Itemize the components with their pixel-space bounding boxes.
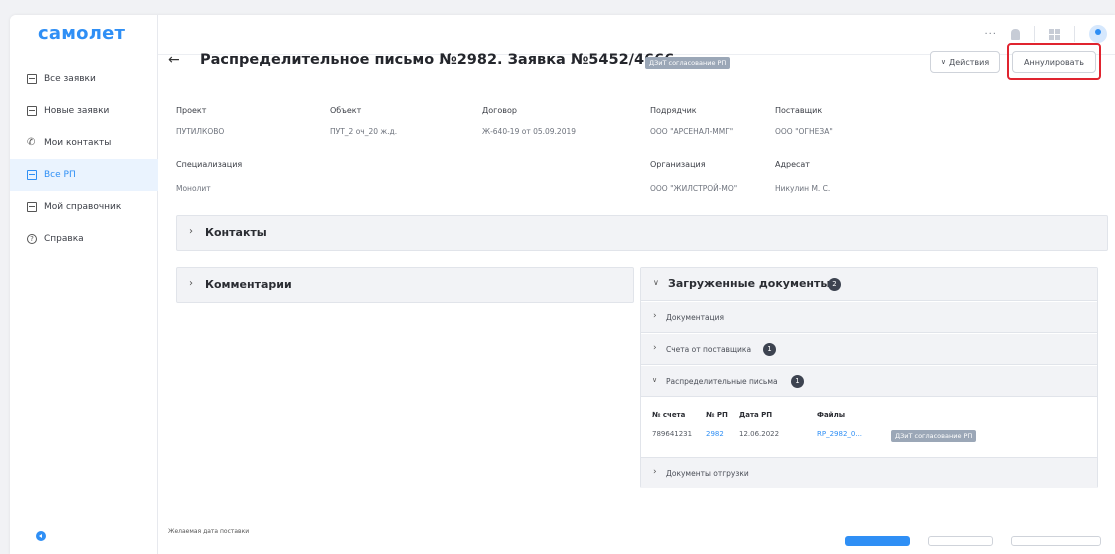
sidebar-item-my-directory[interactable]: Мой справочник <box>10 191 158 223</box>
sidebar-item-my-contacts[interactable]: ✆ Мои контакты <box>10 127 158 159</box>
sidebar-item-label: Все РП <box>44 170 76 180</box>
logo: самолет <box>38 23 126 44</box>
addressee-value: Никулин М. С. <box>775 184 831 193</box>
highlight-frame <box>1007 43 1101 80</box>
column-header: Файлы <box>817 411 846 419</box>
section-count-badge: 1 <box>763 343 776 356</box>
supplier-label: Поставщик <box>775 106 823 115</box>
bottom-action-button[interactable] <box>845 536 910 546</box>
project-label: Проект <box>176 106 207 115</box>
object-value: ПУТ_2 оч_20 ж.д. <box>330 127 398 136</box>
chevron-down-icon: ∨ <box>940 58 946 66</box>
divider <box>1074 26 1075 42</box>
contacts-title: Контакты <box>205 226 267 239</box>
status-badge: ДЗиТ согласование РП <box>645 57 731 69</box>
contract-value: Ж-640-19 от 05.09.2019 <box>482 127 577 136</box>
delivery-date-label: Желаемая дата поставки <box>168 528 250 535</box>
back-arrow-icon[interactable]: ← <box>168 52 180 68</box>
specialization-label: Специализация <box>176 160 243 169</box>
chevron-right-icon: › <box>189 278 193 289</box>
project-value: ПУТИЛКОВО <box>176 127 225 136</box>
column-header: Дата РП <box>739 411 773 419</box>
invoice-number: 789641231 <box>652 430 693 438</box>
chevron-right-icon: › <box>653 467 657 477</box>
section-label: Счета от поставщика <box>666 345 752 354</box>
divider <box>1034 26 1035 42</box>
supplier-value: ООО "ОГНЕЗА" <box>775 127 833 136</box>
actions-label: Действия <box>948 57 990 67</box>
chevron-down-icon: ∨ <box>652 376 658 384</box>
comments-title: Комментарии <box>205 278 292 291</box>
organization-value: ООО "ЖИЛСТРОЙ-МО" <box>650 184 738 193</box>
bottom-action-button[interactable] <box>1011 536 1101 546</box>
column-header: № РП <box>706 411 728 419</box>
bottom-action-button[interactable] <box>928 536 993 546</box>
page-title: Распределительное письмо №2982. Заявка №… <box>200 52 675 68</box>
more-icon[interactable]: ··· <box>984 29 997 40</box>
sidebar-item-label: Новые заявки <box>44 106 110 116</box>
specialization-value: Монолит <box>176 184 211 193</box>
section-shipping-documents[interactable]: › Документы отгрузки <box>641 457 1097 488</box>
contractor-value: ООО "АРСЕНАЛ-ММГ" <box>650 127 734 136</box>
documents-title: Загруженные документы <box>668 277 831 290</box>
topbar: ··· <box>158 15 1115 55</box>
chevron-right-icon: › <box>653 343 657 353</box>
sidebar-item-label: Мой справочник <box>44 202 122 212</box>
section-distribution-letters[interactable]: ∨ Распределительные письма 1 <box>641 366 1097 397</box>
organization-label: Организация <box>650 160 706 169</box>
actions-dropdown-button[interactable]: ∨ Действия <box>930 51 1000 73</box>
sidebar-item-label: Справка <box>44 234 84 244</box>
comments-panel[interactable]: › Комментарии <box>176 267 634 303</box>
section-label: Документы отгрузки <box>666 469 749 478</box>
sidebar-item-new-requests[interactable]: Новые заявки <box>10 95 158 127</box>
documents-count-badge: 2 <box>828 278 841 291</box>
document-icon <box>27 74 37 84</box>
row-status-badge: ДЗиТ согласование РП <box>891 430 977 442</box>
collapse-sidebar-icon[interactable] <box>36 531 46 541</box>
bell-icon[interactable] <box>1011 28 1020 40</box>
sidebar-nav: Все заявки Новые заявки ✆ Мои контакты В… <box>10 63 158 255</box>
sidebar-item-all-rp[interactable]: Все РП <box>10 159 158 191</box>
sidebar-item-label: Мои контакты <box>44 138 112 148</box>
sidebar-item-all-requests[interactable]: Все заявки <box>10 63 158 95</box>
documents-header[interactable]: ∨ Загруженные документы 2 <box>641 268 1097 301</box>
apps-grid-icon[interactable] <box>1049 28 1060 40</box>
section-label: Распределительные письма <box>666 377 778 386</box>
documents-panel: ∨ Загруженные документы 2 › Документация… <box>640 267 1098 488</box>
section-count-badge: 1 <box>791 375 804 388</box>
phone-icon: ✆ <box>27 137 36 148</box>
rp-number-link[interactable]: 2982 <box>706 430 724 438</box>
section-label: Документация <box>666 313 725 322</box>
chevron-right-icon: › <box>189 226 193 237</box>
object-label: Объект <box>330 106 362 115</box>
contractor-label: Подрядчик <box>650 106 697 115</box>
sidebar-item-label: Все заявки <box>44 74 96 84</box>
avatar[interactable] <box>1089 25 1107 43</box>
rp-date: 12.06.2022 <box>739 430 780 438</box>
document-icon <box>27 170 37 180</box>
chevron-down-icon: ∨ <box>653 278 659 287</box>
sidebar: самолет Все заявки Новые заявки ✆ Мои ко… <box>10 15 158 554</box>
contacts-panel[interactable]: › Контакты <box>176 215 1108 251</box>
contract-label: Договор <box>482 106 517 115</box>
chevron-right-icon: › <box>653 311 657 321</box>
help-icon: ? <box>27 234 37 244</box>
document-icon <box>27 202 37 212</box>
column-header: № счета <box>652 411 686 419</box>
file-link[interactable]: RP_2982_0... <box>817 430 862 438</box>
topbar-icons: ··· <box>984 25 1107 43</box>
addressee-label: Адресат <box>775 160 810 169</box>
document-icon <box>27 106 37 116</box>
sidebar-item-help[interactable]: ? Справка <box>10 223 158 255</box>
section-documentation[interactable]: › Документация <box>641 302 1097 333</box>
section-supplier-invoices[interactable]: › Счета от поставщика 1 <box>641 334 1097 365</box>
